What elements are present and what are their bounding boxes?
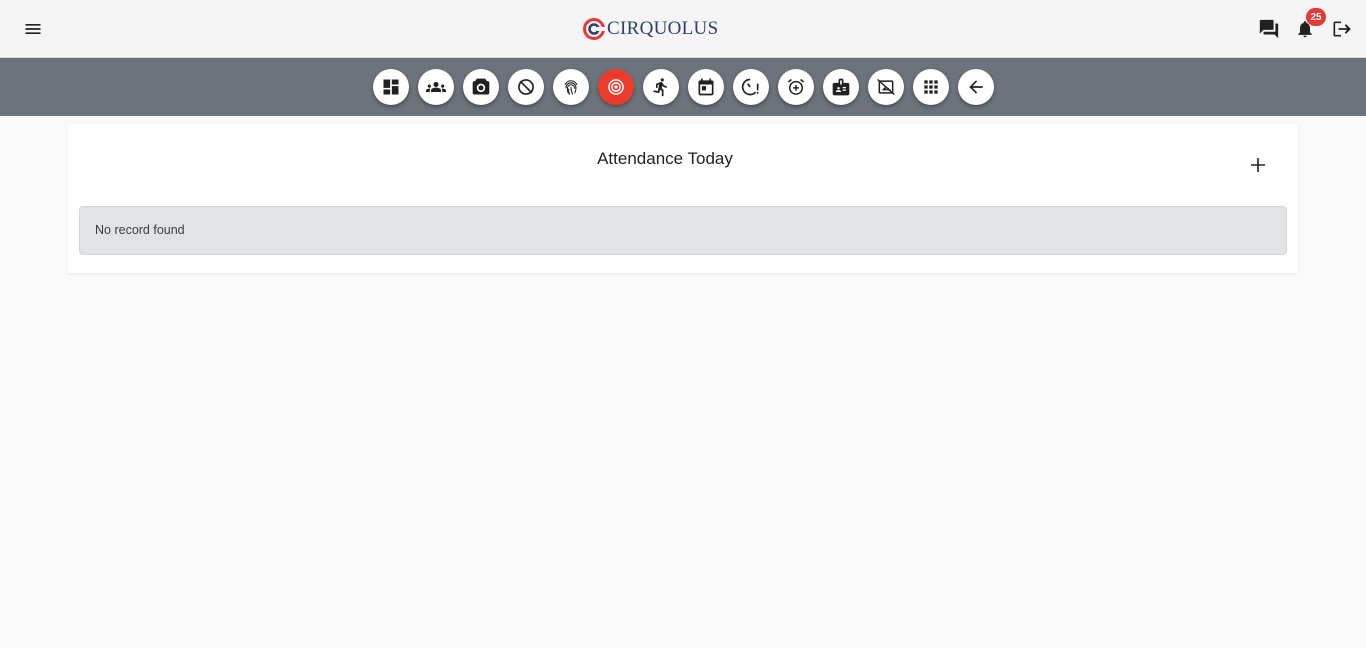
disabled-timer-icon	[518, 79, 534, 95]
tool-back-button[interactable]	[958, 69, 994, 105]
menu-button[interactable]	[18, 14, 48, 44]
page-title: Attendance Today	[597, 149, 733, 168]
alarm-add-icon	[788, 78, 804, 95]
logout-icon	[1333, 21, 1351, 37]
camera-icon	[472, 78, 490, 95]
tool-disabled-timer-button[interactable]	[508, 69, 544, 105]
attendance-card: Attendance Today No record found	[68, 124, 1298, 273]
dashboard-icon	[383, 79, 399, 95]
empty-state-alert: No record found	[79, 206, 1287, 255]
timer-alert-icon	[741, 78, 759, 96]
fingerprint-icon	[564, 80, 578, 96]
notification-count-badge: 25	[1306, 8, 1326, 26]
empty-state-message: No record found	[95, 223, 185, 237]
tool-running-button[interactable]	[643, 69, 679, 105]
tool-camera-button[interactable]	[463, 69, 499, 105]
tool-image-off-button[interactable]	[868, 69, 904, 105]
id-badge-icon	[832, 78, 850, 96]
tool-fingerprint-button[interactable]	[553, 69, 589, 105]
running-person-icon	[653, 78, 667, 97]
tool-group-button[interactable]	[418, 69, 454, 105]
target-icon	[608, 79, 624, 95]
logo-mark-icon	[583, 18, 605, 40]
tool-target-button[interactable]	[598, 69, 634, 105]
apps-grid-icon	[924, 80, 938, 94]
chat-bubbles-icon	[1259, 19, 1279, 39]
group-icon	[426, 82, 446, 92]
image-off-icon	[877, 78, 895, 96]
calendar-icon	[698, 78, 714, 96]
tool-timer-alert-button[interactable]	[733, 69, 769, 105]
logout-button[interactable]	[1328, 16, 1354, 42]
tool-dashboard-button[interactable]	[373, 69, 409, 105]
chat-button[interactable]	[1256, 16, 1282, 42]
app-logo[interactable]: CIRQUOLUS	[583, 16, 718, 42]
tool-id-badge-button[interactable]	[823, 69, 859, 105]
top-header: CIRQUOLUS 25	[0, 0, 1366, 58]
plus-icon	[1251, 158, 1265, 172]
arrow-back-icon	[969, 80, 983, 94]
add-attendance-button[interactable]	[1244, 151, 1272, 179]
module-toolbar	[0, 58, 1366, 116]
tool-calendar-button[interactable]	[688, 69, 724, 105]
tool-apps-button[interactable]	[913, 69, 949, 105]
logo-text: CIRQUOLUS	[607, 18, 719, 39]
tool-alarm-add-button[interactable]	[778, 69, 814, 105]
hamburger-menu-icon	[25, 24, 41, 34]
